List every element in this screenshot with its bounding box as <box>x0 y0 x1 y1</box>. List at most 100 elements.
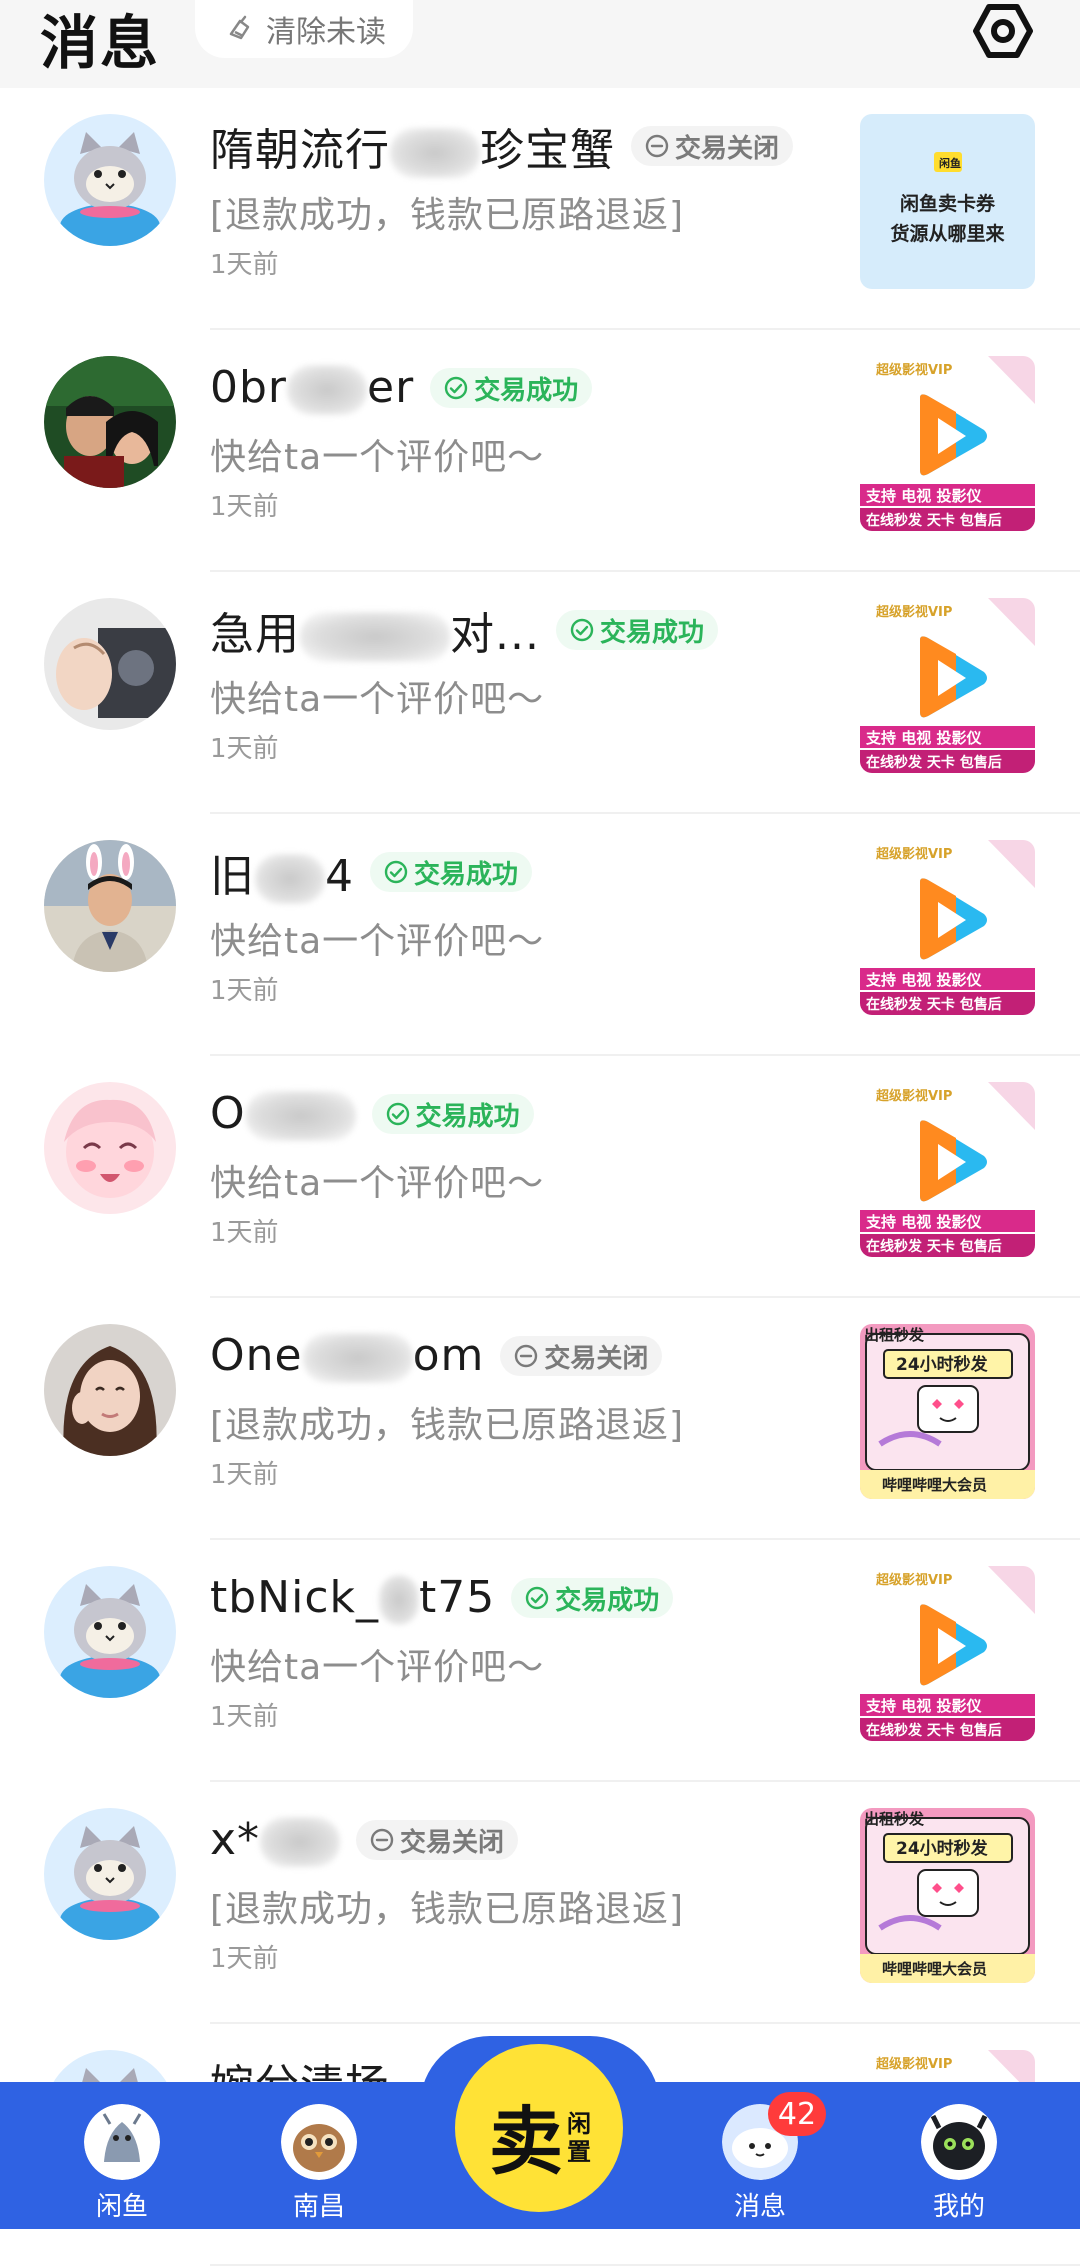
conversation-row[interactable]: 隋朝流行 珍宝蟹 交易关闭 [退款成功，钱款已原路退返] 1天前 闲鱼 闲鱼卖卡券 货源从哪里… <box>0 88 1080 330</box>
svg-text:在线秒发 天卡 包售后: 在线秒发 天卡 包售后 <box>866 1722 1002 1739</box>
contact-name-end: 对... <box>450 609 540 660</box>
woman-portrait-avatar[interactable] <box>44 1324 176 1456</box>
contact-name: tbNick_ t75 <box>210 1572 495 1625</box>
svg-text:超级影视VIP: 超级影视VIP <box>876 2056 952 2072</box>
cat-mascot-avatar[interactable] <box>44 1566 176 1698</box>
blurred-name-segment <box>379 1574 419 1625</box>
name-line: O 交易成功 <box>210 1082 534 1146</box>
header: 消息 清除未读 <box>0 0 1080 88</box>
contact-name: 急用 对... <box>210 598 540 662</box>
trade-status-badge: 交易成功 <box>370 852 533 892</box>
broom-icon <box>229 15 250 40</box>
blurred-name-segment <box>287 364 368 415</box>
card-voucher-thumbnail[interactable]: 闲鱼 闲鱼卖卡券 货源从哪里来 <box>860 114 1035 289</box>
minus-circle-icon <box>370 1828 394 1852</box>
trade-status-label: 交易关闭 <box>400 1827 505 1858</box>
tab-xianyu[interactable]: 闲鱼 <box>52 2090 192 2229</box>
couple-photo-avatar[interactable] <box>44 356 176 488</box>
check-circle-icon <box>570 618 594 642</box>
svg-text:支持 电视 投影仪: 支持 电视 投影仪 <box>865 1213 982 1231</box>
svg-text:超级影视VIP: 超级影视VIP <box>876 362 952 378</box>
blurred-name-segment <box>390 128 480 178</box>
contact-name-start: 隋朝流行 <box>210 125 390 176</box>
svg-text:哔哩哔哩大会员: 哔哩哔哩大会员 <box>882 1960 987 1978</box>
bunny-ears-man-avatar[interactable] <box>44 840 176 972</box>
video-vip-thumbnail[interactable]: 超级影视VIP 支持 电视 投影仪在线秒发 天卡 包售后 <box>860 356 1035 531</box>
svg-text:在线秒发 天卡 包售后: 在线秒发 天卡 包售后 <box>866 996 1002 1013</box>
conversation-row[interactable]: One om 交易关闭 [退款成功，钱款已原路退返] 1天前 出租秒发 24小时秒发 哔哩哔哩… <box>0 1298 1080 1540</box>
contact-name-start: O <box>210 1087 246 1139</box>
video-vip-thumbnail[interactable]: 超级影视VIP 支持 电视 投影仪在线秒发 天卡 包售后 <box>860 1566 1035 1741</box>
contact-name-end: t75 <box>419 1571 496 1623</box>
trade-status-label: 交易成功 <box>415 1101 520 1132</box>
message-time: 1天前 <box>210 734 279 764</box>
conversation-row[interactable]: 旧 4 交易成功 快给ta一个评价吧～ 1天前 超级影视VIP 支持 电视 投影仪 在线秒发 … <box>0 814 1080 1056</box>
anime-girl-avatar[interactable] <box>44 1082 176 1214</box>
message-preview: 快给ta一个评价吧～ <box>210 679 545 720</box>
video-vip-thumbnail[interactable]: 超级影视VIP 支持 电视 投影仪在线秒发 天卡 包售后 <box>860 598 1035 773</box>
svg-text:超级影视VIP: 超级影视VIP <box>876 846 952 862</box>
video-vip-thumbnail[interactable]: 超级影视VIP 支持 电视 投影仪在线秒发 天卡 包售后 <box>860 840 1035 1015</box>
svg-text:出租秒发: 出租秒发 <box>864 1326 925 1344</box>
owl-icon <box>281 2104 357 2180</box>
trade-status-badge: 交易成功 <box>511 1578 674 1618</box>
video-vip-thumbnail[interactable]: 超级影视VIP 支持 电视 投影仪在线秒发 天卡 包售后 <box>860 1082 1035 1257</box>
thumbnail-line-1: 闲鱼卖卡券 <box>899 192 995 215</box>
cat-mascot-avatar[interactable] <box>44 1808 176 1940</box>
conversation-row[interactable]: 急用 对... 交易成功 快给ta一个评价吧～ 1天前 超级影视VIP 支持 电视 投影仪在… <box>0 572 1080 814</box>
check-circle-icon <box>444 376 468 400</box>
conversation-row[interactable]: 0br er 交易成功 快给ta一个评价吧～ 1天前 超级影视VIP 支持 电视 投影仪 在线… <box>0 330 1080 572</box>
contact-name-start: tbNick_ <box>210 1571 379 1623</box>
tab-nanchang[interactable]: 南昌 <box>249 2090 389 2229</box>
contact-name-end: 4 <box>325 851 354 902</box>
message-preview: 快给ta一个评价吧～ <box>210 1647 545 1688</box>
message-time: 1天前 <box>210 1944 279 1974</box>
blurred-name-segment <box>255 854 325 904</box>
bilibili-vip-thumbnail[interactable]: 出租秒发 24小时秒发 哔哩哔哩大会员 <box>860 1324 1035 1499</box>
tab-label: 闲鱼 <box>95 2192 148 2222</box>
check-circle-icon <box>384 860 408 884</box>
trade-status-badge: 交易成功 <box>371 1094 534 1134</box>
minus-circle-icon <box>515 1344 538 1368</box>
message-preview: [退款成功，钱款已原路退返] <box>210 1889 685 1930</box>
svg-text:哔哩哔哩大会员: 哔哩哔哩大会员 <box>882 1476 987 1494</box>
trade-status-badge: 交易成功 <box>555 610 718 650</box>
svg-text:支持 电视 投影仪: 支持 电视 投影仪 <box>865 971 982 989</box>
tab-mine[interactable]: 我的 <box>889 2090 1029 2229</box>
contact-name-start: 0br <box>210 361 288 413</box>
conversation-row[interactable]: O 交易成功 快给ta一个评价吧～ 1天前 超级影视VIP 支持 电视 投影仪 在线秒发 天… <box>0 1056 1080 1298</box>
trade-status-label: 交易成功 <box>414 859 519 890</box>
settings-hexagon-icon[interactable] <box>972 2 1034 60</box>
clear-unread-button[interactable]: 清除未读 <box>195 0 413 58</box>
unread-count-badge: 42 <box>768 2092 826 2136</box>
contact-name-start: 急用 <box>210 609 300 660</box>
name-line: 0br er 交易成功 <box>210 356 593 420</box>
name-line: 急用 对... 交易成功 <box>210 598 718 662</box>
clear-unread-label: 清除未读 <box>266 15 386 50</box>
message-time: 1天前 <box>210 976 279 1006</box>
contact-name-start: One <box>210 1329 303 1381</box>
contact-name: 0br er <box>210 362 414 415</box>
trade-status-badge: 交易关闭 <box>356 1820 519 1860</box>
blurred-name-segment <box>245 1090 356 1141</box>
svg-text:出租秒发: 出租秒发 <box>864 1810 925 1828</box>
hand-photo-avatar[interactable] <box>44 598 176 730</box>
cat-mascot-avatar[interactable] <box>44 114 176 246</box>
conversation-row[interactable]: tbNick_ t75 交易成功 快给ta一个评价吧～ 1天前 超级影视VIP 支持 电视 … <box>0 1540 1080 1782</box>
check-circle-icon <box>526 1586 549 1610</box>
sell-button[interactable]: 卖 闲 置 <box>455 2044 623 2212</box>
message-time: 1天前 <box>210 1460 279 1490</box>
thumbnail-line-2: 货源从哪里来 <box>890 222 1005 245</box>
conversation-row[interactable]: x* 交易关闭 [退款成功，钱款已原路退返] 1天前 出租秒发 24小时秒发 哔哩哔哩大会员 <box>0 1782 1080 2024</box>
svg-text:支持 电视 投影仪: 支持 电视 投影仪 <box>865 729 982 747</box>
tab-label: 消息 <box>733 2192 786 2222</box>
contact-name-end: 珍宝蟹 <box>480 125 615 176</box>
trade-status-label: 交易关闭 <box>675 133 780 164</box>
bilibili-vip-thumbnail[interactable]: 出租秒发 24小时秒发 哔哩哔哩大会员 <box>860 1808 1035 1983</box>
sell-main-label: 卖 <box>489 2099 563 2185</box>
svg-text:超级影视VIP: 超级影视VIP <box>876 1572 952 1588</box>
trade-status-label: 交易成功 <box>474 375 579 406</box>
contact-name: 隋朝流行 珍宝蟹 <box>210 114 615 178</box>
svg-text:超级影视VIP: 超级影视VIP <box>876 1088 952 1104</box>
check-circle-icon <box>386 1102 409 1126</box>
